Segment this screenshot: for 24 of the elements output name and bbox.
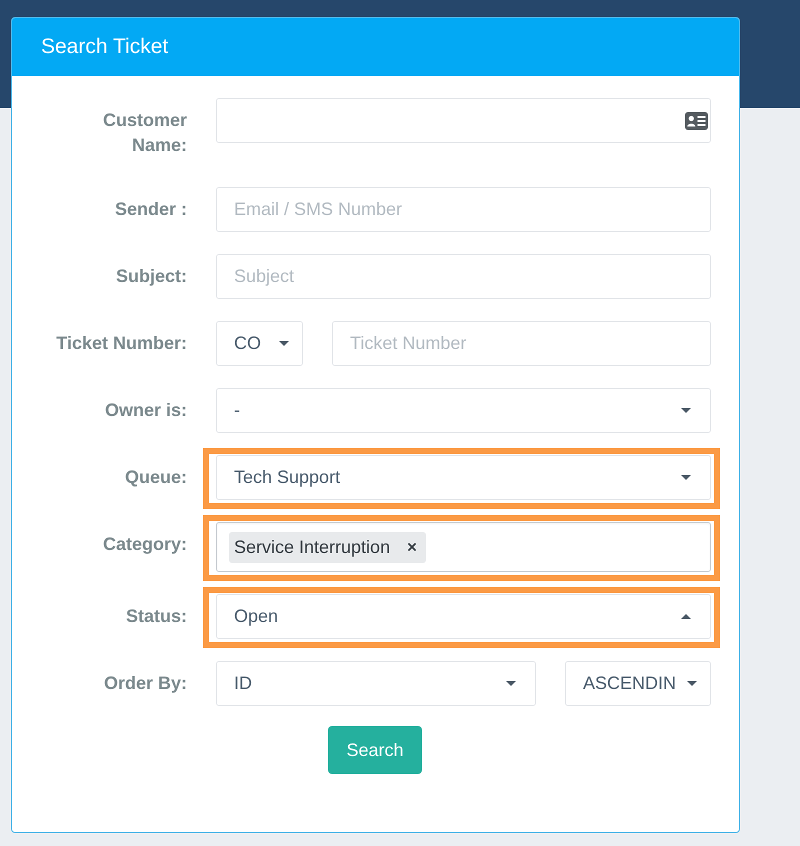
- field-label: Queue:: [124, 466, 187, 489]
- dropdown[interactable]: Tech Support: [216, 455, 711, 500]
- dropdown[interactable]: -: [216, 388, 711, 433]
- prefix-dropdown[interactable]: CO: [216, 321, 303, 366]
- field-label: Category:: [102, 533, 187, 556]
- lookup-field[interactable]: [216, 98, 711, 143]
- card-title: Search Ticket: [41, 35, 168, 59]
- dropdown[interactable]: ASCENDIN: [565, 661, 711, 706]
- tag-label: Service Interruption: [234, 536, 390, 558]
- close-icon[interactable]: [408, 543, 416, 551]
- field-label: Status:: [124, 605, 187, 628]
- field-label: Customer Name:: [102, 109, 187, 157]
- field-label: Ticket Number:: [55, 332, 187, 355]
- tag-field[interactable]: Service Interruption: [216, 522, 711, 572]
- field-label: Owner is:: [104, 399, 187, 422]
- field-label: Subject:: [114, 265, 187, 288]
- id-card-icon: [685, 112, 708, 130]
- field-label: Order By:: [102, 672, 187, 695]
- dropdown[interactable]: Open: [216, 594, 711, 639]
- text-field[interactable]: Ticket Number: [332, 321, 711, 366]
- text-field[interactable]: Subject: [216, 254, 711, 299]
- dropdown[interactable]: ID: [216, 661, 536, 706]
- text-field[interactable]: Email / SMS Number: [216, 187, 711, 232]
- field-label: Sender :: [114, 198, 187, 221]
